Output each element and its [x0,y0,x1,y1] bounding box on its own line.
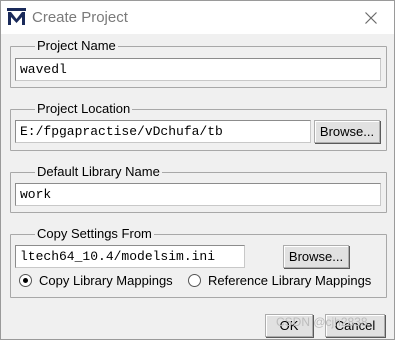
default-library-legend: Default Library Name [35,164,162,180]
reference-library-mappings-option[interactable]: Reference Library Mappings [188,273,371,288]
project-name-input[interactable]: wavedl [15,58,381,81]
copy-settings-browse-button[interactable]: Browse... [283,245,349,268]
copy-library-mappings-label: Copy Library Mappings [39,273,173,288]
create-project-dialog: Create Project Project Name wavedl Proje… [0,0,395,340]
project-location-browse-button[interactable]: Browse... [314,120,380,143]
modelsim-logo-icon [7,8,26,25]
project-location-legend: Project Location [35,101,133,117]
copy-library-mappings-option[interactable]: Copy Library Mappings [19,273,173,288]
close-button[interactable] [348,1,394,34]
copy-library-mappings-radio[interactable] [19,274,32,287]
close-icon [365,11,377,24]
reference-library-mappings-label: Reference Library Mappings [208,273,372,288]
reference-library-mappings-radio[interactable] [188,274,201,287]
default-library-input[interactable]: work [15,183,381,206]
copy-settings-path-input[interactable]: ltech64_10.4/modelsim.ini [15,245,245,268]
project-name-legend: Project Name [35,38,118,54]
project-location-input[interactable]: E:/fpgapractise/vDchufa/tb [15,120,311,143]
title-bar: Create Project [1,1,394,34]
ok-button[interactable]: OK [265,314,313,337]
copy-settings-legend: Copy Settings From [35,226,154,242]
window-title: Create Project [32,9,128,26]
cancel-button[interactable]: Cancel [325,314,385,337]
